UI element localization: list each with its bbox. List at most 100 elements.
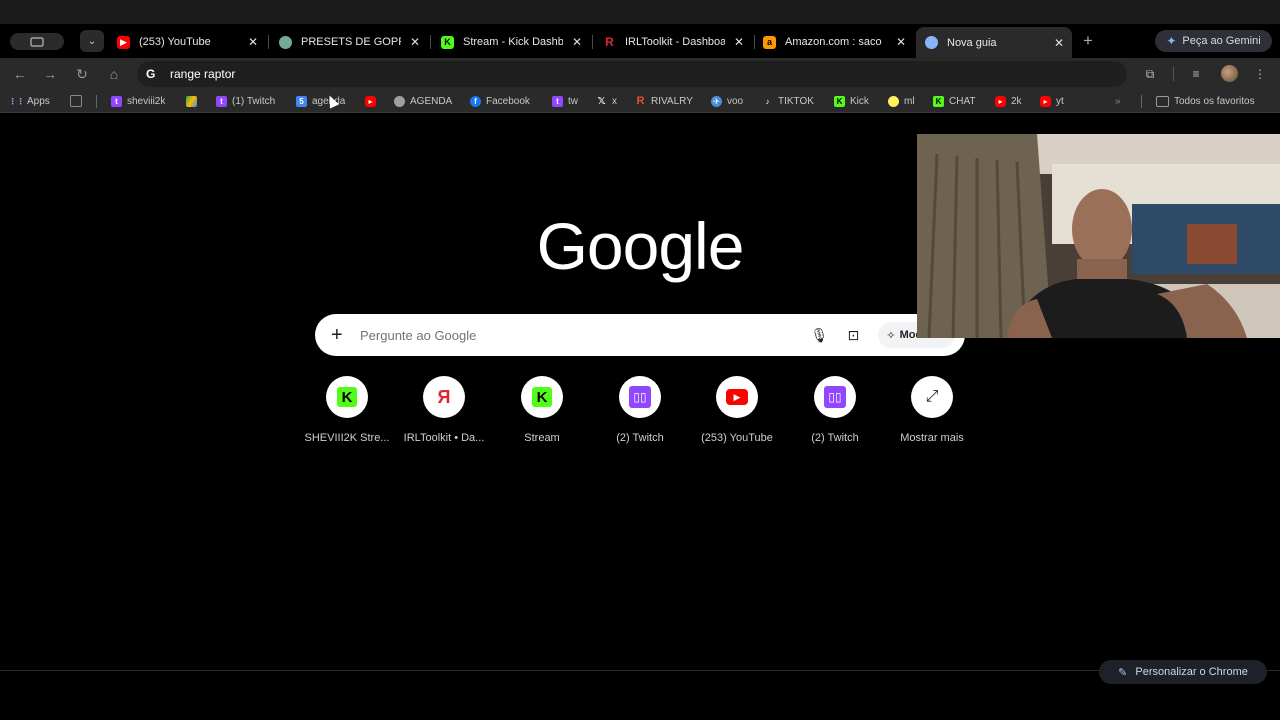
google-search-box[interactable]: + Pergunte ao Google 🎙 ⊡ ✧Modo IA xyxy=(315,314,965,356)
shortcut-youtube[interactable]: ▶ (253) YouTube xyxy=(689,376,785,444)
bookmark-1-twitch[interactable]: t (1) Twitch xyxy=(216,93,275,109)
media-control-icon[interactable]: ≡ xyxy=(1188,66,1204,82)
toolbar: ← → ↻ ⌂ G range raptor ⧉ ≡ ⋮ xyxy=(0,58,1280,90)
webcam-overlay xyxy=(917,134,1280,338)
bookmarks-bar: ⋮⋮ Apps t sheviii2k t (1) Twitch 5 agend… xyxy=(0,90,1280,113)
search-placeholder[interactable]: Pergunte ao Google xyxy=(360,328,810,343)
shortcut-icon-circle: ⤢ xyxy=(911,376,953,418)
twitch-icon: t xyxy=(552,95,563,107)
home-button[interactable]: ⌂ xyxy=(104,64,124,84)
shortcut-icon-circle: ▯▯ xyxy=(814,376,856,418)
close-tab-icon[interactable]: ✕ xyxy=(896,35,906,49)
add-plus-icon[interactable]: + xyxy=(331,324,351,347)
tab-nova-guia[interactable]: Nova guia ✕ xyxy=(916,27,1072,58)
close-tab-icon[interactable]: ✕ xyxy=(248,35,258,49)
bookmark-ml[interactable]: ml xyxy=(888,93,915,109)
bookmarks-overflow-button[interactable]: » xyxy=(1115,93,1121,109)
forward-button[interactable]: → xyxy=(40,64,60,84)
youtube-icon: ▸ xyxy=(995,95,1006,107)
kick-icon: K xyxy=(441,35,454,49)
bookmark-rivalry[interactable]: R RIVALRY xyxy=(635,93,693,109)
shortcut-label: (2) Twitch xyxy=(811,432,859,444)
gemini-sparkle-icon: ✦ xyxy=(1166,34,1177,48)
tab-search-icon xyxy=(30,36,44,47)
bookmark-tiktok[interactable]: ♪ TIKTOK xyxy=(762,93,814,109)
address-bar-text[interactable]: range raptor xyxy=(170,67,235,81)
kick-icon: K xyxy=(532,387,552,407)
google-drive-icon xyxy=(186,95,197,107)
all-bookmarks-label: Todos os favoritos xyxy=(1174,95,1255,107)
all-bookmarks-button[interactable]: Todos os favoritos xyxy=(1156,93,1255,109)
tab-title: IRLToolkit - Dashboard xyxy=(625,36,725,48)
shortcut-icon-circle: Я xyxy=(423,376,465,418)
bookmark-chat[interactable]: K CHAT xyxy=(933,93,975,109)
bookmark-drive[interactable] xyxy=(186,93,202,109)
bookmark-tab-groups[interactable] xyxy=(70,93,87,109)
bookmark-youtube[interactable]: ▸ xyxy=(365,93,381,109)
shortcut-twitch-1[interactable]: ▯▯ (2) Twitch xyxy=(592,376,688,444)
tab-kick-dashboard[interactable]: K Stream - Kick Dashboard ✕ xyxy=(432,29,590,55)
tab-divider xyxy=(430,35,431,49)
tab-groups-icon xyxy=(70,95,82,107)
google-lens-icon[interactable]: ⊡ xyxy=(844,327,862,344)
facebook-icon: f xyxy=(470,95,481,107)
more-menu-icon[interactable]: ⋮ xyxy=(1252,66,1268,82)
ask-gemini-button[interactable]: ✦ Peça ao Gemini xyxy=(1155,30,1272,52)
tab-presets-gopro[interactable]: PRESETS DE GOPRO ✕ xyxy=(270,29,428,55)
bookmark-label: CHAT xyxy=(949,95,976,107)
twitch-icon: ▯▯ xyxy=(824,386,846,408)
close-tab-icon[interactable]: ✕ xyxy=(410,35,420,49)
toolbar-divider xyxy=(1173,67,1174,81)
shortcut-sheviii2k-stream[interactable]: K SHEVIII2K Stre... xyxy=(299,376,395,444)
chrome-window: ⌄ ▶ (253) YouTube ✕ PRESETS DE GOPRO ✕ K… xyxy=(0,25,1280,684)
bookmark-facebook[interactable]: f Facebook xyxy=(470,93,530,109)
bookmark-label: Facebook xyxy=(486,95,530,107)
shortcut-twitch-2[interactable]: ▯▯ (2) Twitch xyxy=(787,376,883,444)
tab-irltoolkit[interactable]: R IRLToolkit - Dashboard ✕ xyxy=(594,29,752,55)
tab-youtube[interactable]: ▶ (253) YouTube ✕ xyxy=(108,29,266,55)
close-tab-icon[interactable]: ✕ xyxy=(572,35,582,49)
ai-mode-sparkle-icon: ✧ xyxy=(886,329,896,342)
bookmark-label: yt xyxy=(1056,95,1064,107)
bookmark-yt[interactable]: ▸ yt xyxy=(1040,93,1064,109)
address-bar[interactable]: G range raptor xyxy=(137,61,1127,87)
bookmark-agenda-caps[interactable]: AGENDA xyxy=(394,93,452,109)
apps-grid-icon: ⋮⋮ xyxy=(8,96,25,106)
chrome-icon xyxy=(925,36,938,49)
close-tab-icon[interactable]: ✕ xyxy=(734,35,744,49)
bookmark-sheviii2k[interactable]: t sheviii2k xyxy=(111,93,165,109)
new-tab-button[interactable]: + xyxy=(1083,31,1093,51)
shortcut-label: (253) YouTube xyxy=(701,432,773,444)
google-g-icon: G xyxy=(146,67,156,81)
shortcut-label: Mostrar mais xyxy=(900,432,964,444)
bookmark-kick[interactable]: K Kick xyxy=(834,93,869,109)
profile-avatar[interactable] xyxy=(1221,65,1238,82)
tab-search-button[interactable] xyxy=(10,33,64,50)
bookmark-label: RIVALRY xyxy=(651,95,693,107)
shortcut-show-more[interactable]: ⤢ Mostrar mais xyxy=(884,376,980,444)
shortcut-stream[interactable]: K Stream xyxy=(494,376,590,444)
chatgpt-icon xyxy=(279,35,292,49)
webcam-scene xyxy=(917,134,1280,338)
close-tab-icon[interactable]: ✕ xyxy=(1054,36,1064,50)
bookmark-voo[interactable]: ✈ voo xyxy=(711,93,743,109)
bookmark-tw[interactable]: t tw xyxy=(552,93,578,109)
tab-list-button[interactable]: ⌄ xyxy=(80,30,104,52)
tab-divider xyxy=(268,35,269,49)
shortcut-icon-circle: ▯▯ xyxy=(619,376,661,418)
shortcut-label: IRLToolkit • Da... xyxy=(403,432,485,444)
youtube-icon: ▸ xyxy=(365,95,376,107)
customize-chrome-button[interactable]: ✎ Personalizar o Chrome xyxy=(1099,660,1267,684)
tab-title: PRESETS DE GOPRO xyxy=(301,36,401,48)
reload-button[interactable]: ↻ xyxy=(72,64,92,84)
bookmark-2k[interactable]: ▸ 2k xyxy=(995,93,1022,109)
bookmark-x[interactable]: 𝕏 x xyxy=(596,93,617,109)
pencil-icon: ✎ xyxy=(1118,666,1128,679)
shortcut-irltoolkit[interactable]: Я IRLToolkit • Da... xyxy=(396,376,492,444)
tab-amazon[interactable]: a Amazon.com : saco ✕ xyxy=(756,29,914,55)
extensions-puzzle-icon[interactable]: ⧉ xyxy=(1142,66,1158,82)
back-button[interactable]: ← xyxy=(10,64,30,84)
microphone-icon[interactable]: 🎙 xyxy=(810,327,829,344)
x-icon: 𝕏 xyxy=(597,95,606,107)
bookmark-apps[interactable]: ⋮⋮ Apps xyxy=(8,93,50,109)
